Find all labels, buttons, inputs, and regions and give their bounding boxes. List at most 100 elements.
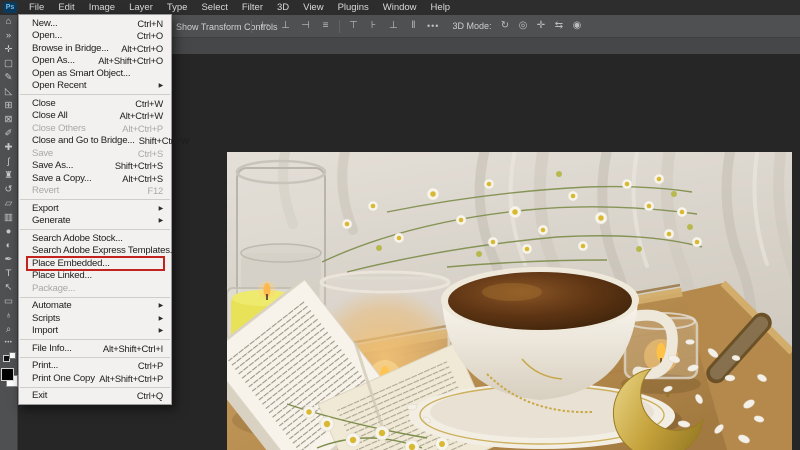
toolbar-expand-icon[interactable]: » <box>0 30 18 41</box>
blur-tool[interactable]: ● <box>0 226 18 237</box>
file-menu-item[interactable]: Import ▶ <box>19 325 171 338</box>
menu-shortcut: Shift+Ctrl+S <box>114 160 163 172</box>
dodge-tool[interactable]: ◐ <box>0 240 18 251</box>
pen-tool[interactable]: ✒ <box>0 254 18 265</box>
file-menu-item[interactable]: Search Adobe Express Templates... <box>19 245 177 258</box>
file-menu-item[interactable]: Save a Copy... Alt+Ctrl+S <box>19 172 171 185</box>
menubar-item[interactable]: Filter <box>235 0 270 15</box>
file-menu-item[interactable]: Save Ctrl+S <box>19 147 171 160</box>
file-menu-item[interactable]: New... Ctrl+N <box>19 17 171 30</box>
menubar-item[interactable]: Image <box>82 0 122 15</box>
photo-canvas[interactable] <box>227 152 792 450</box>
menu-separator <box>20 229 170 230</box>
3d-roll-icon[interactable]: ◎ <box>516 15 529 37</box>
submenu-arrow-icon: ▶ <box>158 303 164 310</box>
align-options-group: ⊢ ⊥ ⊣ ≡ ⊤ ⊦ ⊥ ‖ ••• 3D Mode: ↻ ◎ ✛ ⇆ ◉ <box>251 15 583 37</box>
file-menu-item[interactable]: Scripts ▶ <box>19 312 171 325</box>
menu-shortcut: Shift+Ctrl+W <box>138 135 190 147</box>
file-menu-item[interactable]: Place Linked... <box>19 270 171 283</box>
file-menu-item[interactable]: Revert F12 <box>19 185 171 198</box>
file-menu-item[interactable]: Open Recent ▶ <box>19 80 171 93</box>
tea-tray-photo <box>227 152 792 450</box>
file-menu-item[interactable]: Exit Ctrl+Q <box>19 390 171 403</box>
marquee-tool[interactable]: ▢ <box>0 58 18 69</box>
foreground-color-swatch[interactable] <box>0 368 14 381</box>
menubar-item[interactable]: View <box>296 0 330 15</box>
eyedropper-tool[interactable]: ✐ <box>0 128 18 139</box>
file-menu-item[interactable]: Close Ctrl+W <box>19 97 171 110</box>
menu-shortcut: Alt+Shift+Ctrl+P <box>99 372 163 384</box>
tool-bar: ⌂ » ✛ ▢ ✎ ◺ ⊞ ⊠ ✐ ✚ ʃ ♜ ↺ ▱ ▥ ● ◐ ✒ T ↖ … <box>0 15 18 450</box>
menu-separator <box>20 339 170 340</box>
3d-orbit-icon[interactable]: ↻ <box>498 15 511 37</box>
move-tool[interactable]: ✛ <box>0 44 18 55</box>
object-selection-tool[interactable]: ◺ <box>0 86 18 97</box>
swap-colors-icon[interactable] <box>2 352 16 362</box>
options-separator <box>251 19 252 33</box>
history-brush-tool[interactable]: ↺ <box>0 184 18 195</box>
menu-separator <box>20 199 170 200</box>
align-vertical-centers-icon[interactable]: ⊦ <box>367 15 380 37</box>
path-select-tool[interactable]: ↖ <box>0 282 18 293</box>
align-top-edges-icon[interactable]: ⊤ <box>347 15 360 37</box>
file-menu-item[interactable]: Close Others Alt+Ctrl+P <box>19 122 171 135</box>
3d-mode-label: 3D Mode: <box>452 21 492 31</box>
file-menu-item[interactable]: Print One Copy Alt+Shift+Ctrl+P <box>19 372 171 385</box>
menubar-item[interactable]: Type <box>160 0 195 15</box>
file-menu-item[interactable]: Place Embedded... <box>19 256 171 270</box>
lasso-tool[interactable]: ✎ <box>0 72 18 83</box>
zoom-tool[interactable]: ⌕ <box>0 324 18 335</box>
file-menu-item[interactable]: Automate ▶ <box>19 300 171 313</box>
brush-tool[interactable]: ʃ <box>0 156 18 167</box>
file-menu-item[interactable]: Open as Smart Object... <box>19 67 171 80</box>
menubar-item[interactable]: Select <box>194 0 234 15</box>
file-menu-item[interactable]: Save As... Shift+Ctrl+S <box>19 160 171 173</box>
menu-bar: Ps File Edit Image Layer Type Select Fil… <box>0 0 800 15</box>
gradient-tool[interactable]: ▥ <box>0 212 18 223</box>
options-overflow-icon[interactable]: ••• <box>427 21 439 31</box>
file-menu-item[interactable]: File Info... Alt+Shift+Ctrl+I <box>19 342 171 355</box>
align-bottom-edges-icon[interactable]: ⊥ <box>387 15 400 37</box>
align-horizontal-centers-icon[interactable]: ⊥ <box>279 15 292 37</box>
file-menu-item[interactable]: Browse in Bridge... Alt+Ctrl+O <box>19 42 171 55</box>
menubar-item[interactable]: Layer <box>122 0 160 15</box>
3d-slide-icon[interactable]: ⇆ <box>552 15 565 37</box>
3d-pan-icon[interactable]: ✛ <box>534 15 547 37</box>
3d-zoom-camera-icon[interactable]: ◉ <box>570 15 583 37</box>
file-menu-item[interactable]: Print... Ctrl+P <box>19 360 171 373</box>
healing-brush-tool[interactable]: ✚ <box>0 142 18 153</box>
eraser-tool[interactable]: ▱ <box>0 198 18 209</box>
submenu-arrow-icon: ▶ <box>158 83 164 90</box>
toolbar-more-icon[interactable]: ••• <box>0 338 18 349</box>
frame-tool[interactable]: ⊠ <box>0 114 18 125</box>
file-menu-item[interactable]: Close and Go to Bridge... Shift+Ctrl+W <box>19 135 190 148</box>
file-menu-item[interactable]: Close All Alt+Ctrl+W <box>19 110 171 123</box>
file-menu-dropdown: New... Ctrl+N Open... Ctrl+O Browse in B… <box>18 14 190 405</box>
type-tool[interactable]: T <box>0 268 18 279</box>
options-separator <box>339 19 340 33</box>
menubar-item[interactable]: File <box>22 0 51 15</box>
align-left-edges-icon[interactable]: ⊢ <box>259 15 272 37</box>
menubar-item[interactable]: Help <box>424 0 458 15</box>
menubar-item[interactable]: 3D <box>270 0 296 15</box>
file-menu-item[interactable]: Open... Ctrl+O <box>19 30 171 43</box>
file-menu-item[interactable]: Package... <box>19 282 171 295</box>
menu-shortcut: Alt+Ctrl+S <box>122 172 163 184</box>
menubar-item[interactable]: Window <box>376 0 424 15</box>
file-menu-item[interactable]: Search Adobe Stock... <box>19 232 171 245</box>
menubar-item[interactable]: Plugins <box>331 0 376 15</box>
file-menu-item[interactable]: Generate ▶ <box>19 215 171 228</box>
distribute-vertical-icon[interactable]: ‖ <box>407 15 420 37</box>
clone-stamp-tool[interactable]: ♜ <box>0 170 18 181</box>
home-icon[interactable]: ⌂ <box>0 16 18 27</box>
file-menu-item[interactable]: Export ▶ <box>19 202 171 215</box>
crop-tool[interactable]: ⊞ <box>0 100 18 111</box>
menu-separator <box>20 356 170 358</box>
distribute-horizontal-icon[interactable]: ≡ <box>319 15 332 37</box>
menubar-item[interactable]: Edit <box>51 0 81 15</box>
hand-tool[interactable]: ♁ <box>0 310 18 321</box>
align-right-edges-icon[interactable]: ⊣ <box>299 15 312 37</box>
swap-bg-mini <box>8 352 16 359</box>
shape-tool[interactable]: ▭ <box>0 296 18 307</box>
file-menu-item[interactable]: Open As... Alt+Shift+Ctrl+O <box>19 55 171 68</box>
